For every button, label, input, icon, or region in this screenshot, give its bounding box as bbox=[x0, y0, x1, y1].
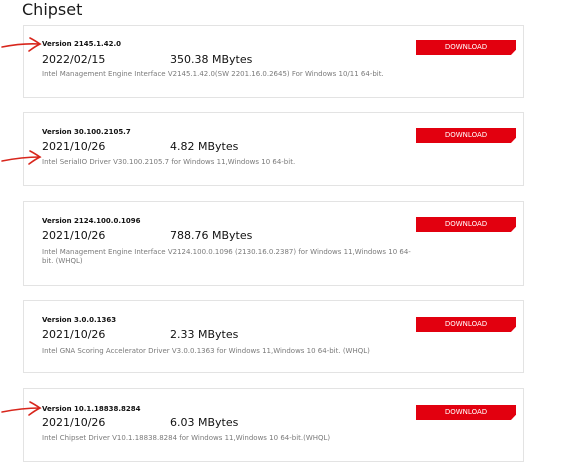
download-button[interactable]: DOWNLOAD bbox=[416, 128, 516, 143]
release-date: 2022/02/15 bbox=[42, 53, 106, 66]
driver-description: Intel Management Engine Interface V2145.… bbox=[42, 70, 384, 78]
driver-description: Intel Management Engine Interface V2124.… bbox=[42, 248, 411, 265]
release-date: 2021/10/26 bbox=[42, 328, 106, 341]
version-label: Version 30.100.2105.7 bbox=[42, 128, 131, 136]
file-size: 350.38 MBytes bbox=[170, 53, 253, 66]
driver-description: Intel SerialIO Driver V30.100.2105.7 for… bbox=[42, 158, 296, 166]
version-label: Version 10.1.18838.8284 bbox=[42, 405, 141, 413]
driver-description: Intel GNA Scoring Accelerator Driver V3.… bbox=[42, 347, 370, 355]
download-button[interactable]: DOWNLOAD bbox=[416, 317, 516, 332]
download-button[interactable]: DOWNLOAD bbox=[416, 405, 516, 420]
file-size: 6.03 MBytes bbox=[170, 416, 239, 429]
annotation-arrow-icon bbox=[1, 150, 42, 165]
annotation-arrow-icon bbox=[1, 37, 42, 52]
download-button[interactable]: DOWNLOAD bbox=[416, 40, 516, 55]
annotation-arrow-icon bbox=[1, 401, 42, 416]
release-date: 2021/10/26 bbox=[42, 229, 106, 242]
release-date: 2021/10/26 bbox=[42, 140, 106, 153]
page-title: Chipset bbox=[22, 0, 83, 19]
driver-card: Version 2124.100.0.1096 2021/10/26 788.7… bbox=[23, 201, 524, 286]
driver-card: Version 2145.1.42.0 2022/02/15 350.38 MB… bbox=[23, 25, 524, 98]
file-size: 788.76 MBytes bbox=[170, 229, 253, 242]
file-size: 2.33 MBytes bbox=[170, 328, 239, 341]
driver-description: Intel Chipset Driver V10.1.18838.8284 fo… bbox=[42, 434, 331, 442]
version-label: Version 2124.100.0.1096 bbox=[42, 217, 141, 225]
version-label: Version 2145.1.42.0 bbox=[42, 40, 121, 48]
version-label: Version 3.0.0.1363 bbox=[42, 316, 117, 324]
driver-card: Version 10.1.18838.8284 2021/10/26 6.03 … bbox=[23, 388, 524, 462]
file-size: 4.82 MBytes bbox=[170, 140, 239, 153]
download-button[interactable]: DOWNLOAD bbox=[416, 217, 516, 232]
release-date: 2021/10/26 bbox=[42, 416, 106, 429]
driver-card: Version 30.100.2105.7 2021/10/26 4.82 MB… bbox=[23, 112, 524, 186]
driver-card: Version 3.0.0.1363 2021/10/26 2.33 MByte… bbox=[23, 300, 524, 373]
